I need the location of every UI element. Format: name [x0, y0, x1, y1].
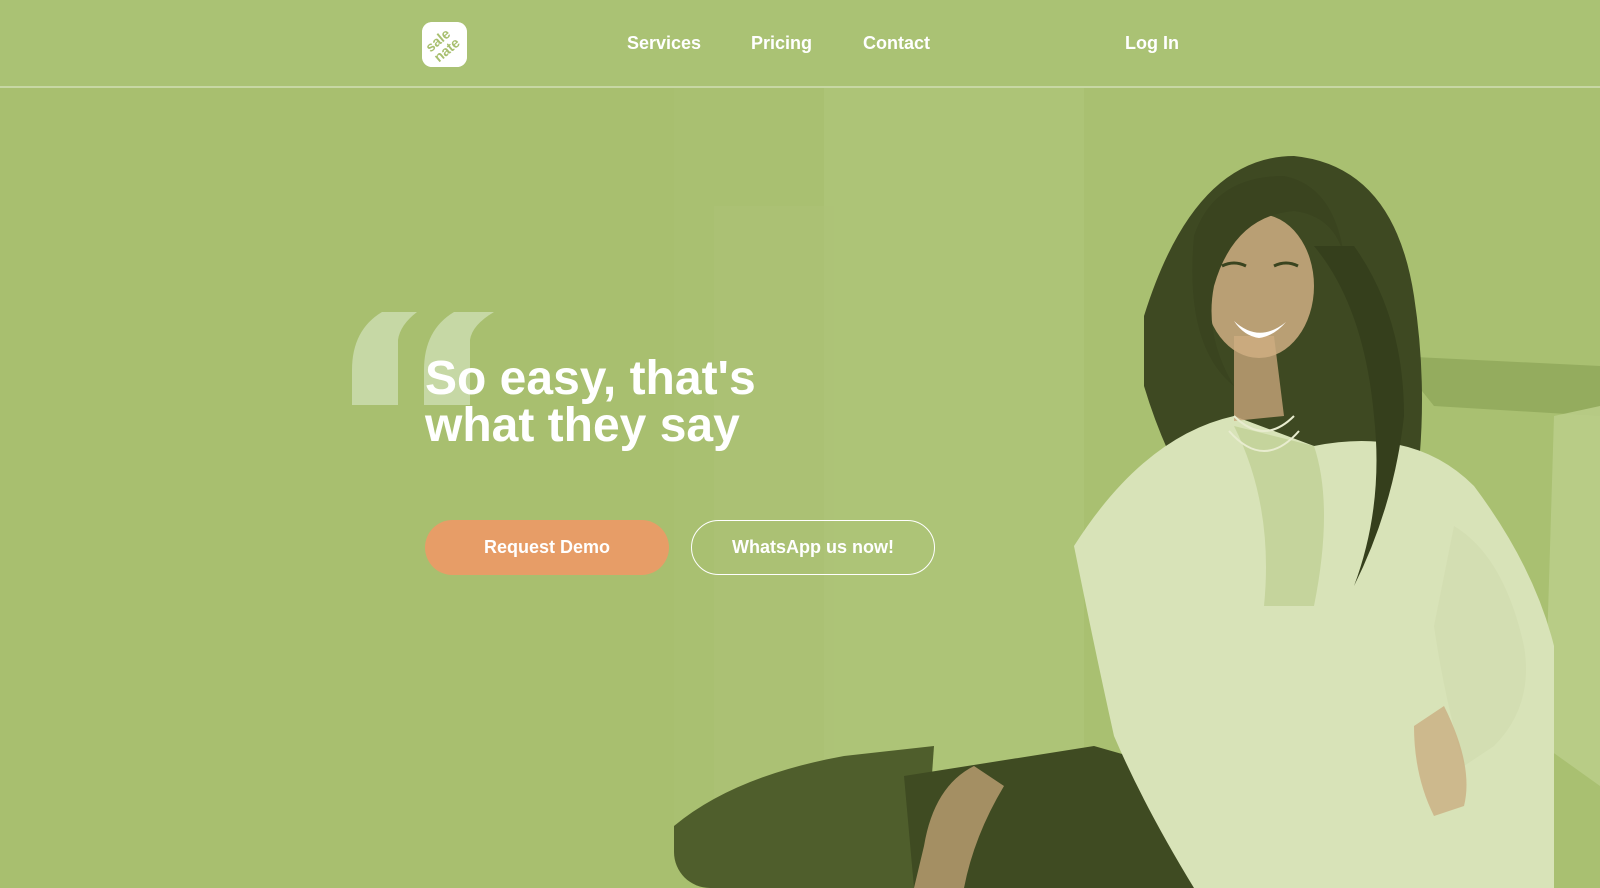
hero-photo	[674, 86, 1600, 888]
nav-pricing-link[interactable]: Pricing	[751, 33, 812, 54]
nav-contact-link[interactable]: Contact	[863, 33, 930, 54]
hero-headline-line2: what they say	[425, 399, 740, 452]
smiling-woman-photo	[674, 86, 1600, 888]
hero-headline-line1: So easy, that's	[425, 352, 756, 405]
hero-headline: So easy, that's what they say	[425, 352, 945, 452]
brand-logo[interactable]: sale nate	[422, 22, 467, 67]
landing-page: sale nate Services Pricing Contact Log I…	[0, 0, 1600, 888]
site-header: sale nate Services Pricing Contact Log I…	[0, 0, 1600, 88]
nav-services-link[interactable]: Services	[627, 33, 701, 54]
request-demo-button[interactable]: Request Demo	[425, 520, 669, 575]
whatsapp-button[interactable]: WhatsApp us now!	[691, 520, 935, 575]
brand-logo-icon: sale nate	[422, 22, 467, 67]
nav-login-link[interactable]: Log In	[1125, 33, 1179, 54]
